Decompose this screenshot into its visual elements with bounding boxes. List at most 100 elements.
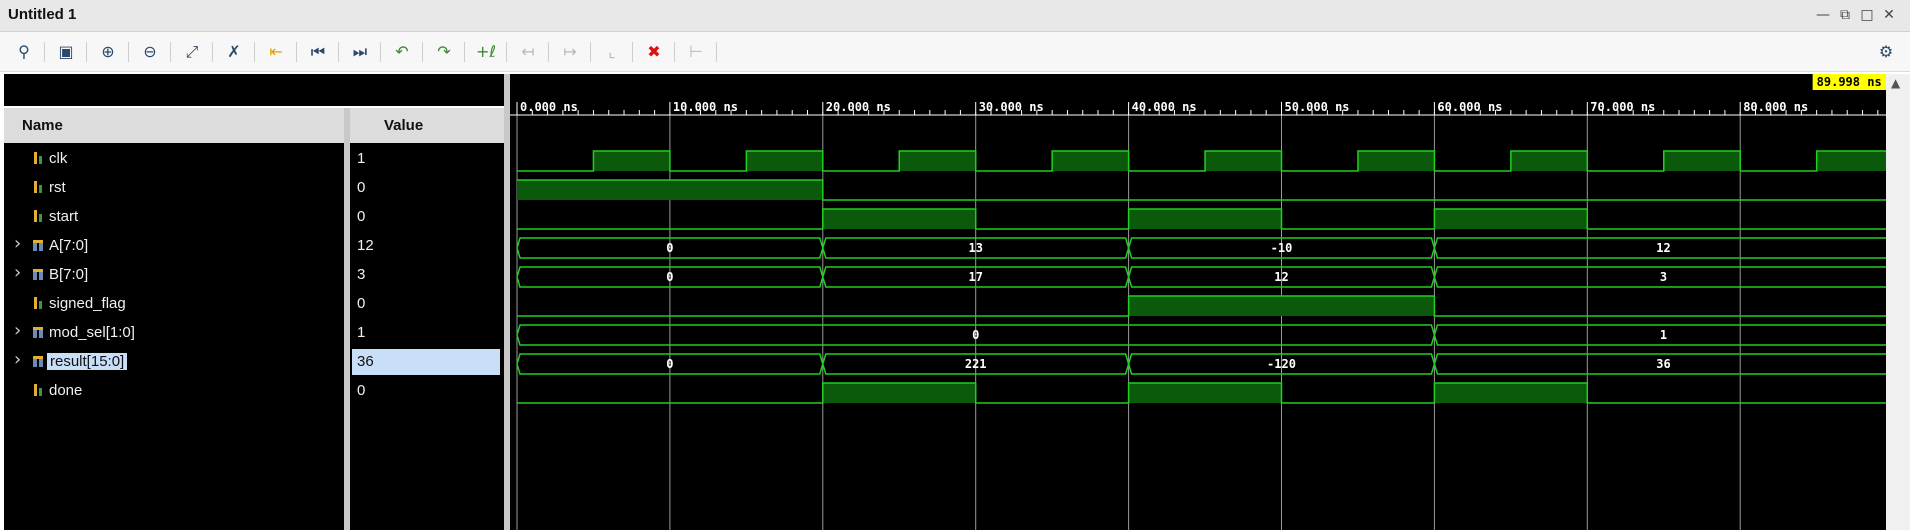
toolbar-separator [506, 42, 507, 62]
signal-row[interactable]: signed_flag [4, 292, 344, 316]
bus-value-label: 17 [968, 270, 982, 284]
signal-value: 0 [357, 179, 366, 196]
name-panel-spacer [4, 74, 504, 106]
bit-high-fill [1052, 151, 1129, 171]
bit-high-fill [1128, 296, 1435, 316]
bit-signal-icon [34, 210, 42, 222]
bus-value-label: 0 [972, 328, 979, 342]
window-title: Untitled 1 [8, 6, 77, 23]
signal-row[interactable]: clk [4, 147, 344, 171]
swap-cursors-icon: ⌞ [608, 42, 616, 61]
bus-value-label: 12 [1656, 241, 1670, 255]
signal-name: B[7:0] [49, 266, 89, 283]
next-transition-icon[interactable]: +ℓ [474, 40, 498, 64]
toolbar-separator [548, 42, 549, 62]
previous-marker-icon: ↤ [521, 42, 535, 61]
bus-signal-icon [33, 240, 43, 251]
name-column-header[interactable]: Name [4, 108, 344, 143]
previous-transition-icon[interactable]: ↷ [432, 40, 456, 64]
go-to-last-icon[interactable]: ⏭ [348, 40, 372, 64]
bit-high-fill [1205, 151, 1282, 171]
bus-value-label: 221 [965, 357, 987, 371]
signal-value: 12 [357, 237, 374, 254]
toolbar-separator [674, 42, 675, 62]
bus-value-label: 1 [1660, 328, 1667, 342]
maximize-icon[interactable]: □ [1858, 6, 1876, 24]
bus-signal-icon [33, 269, 43, 280]
signal-row[interactable]: › A[7:0] [4, 233, 344, 258]
bus-value-label: 0 [666, 241, 673, 255]
toolbar-separator [212, 42, 213, 62]
bit-high-fill [822, 383, 976, 403]
close-icon[interactable]: ✕ [1880, 6, 1898, 24]
bit-high-fill [746, 151, 823, 171]
signal-row[interactable]: rst [4, 176, 344, 200]
time-tick-label: 50.000 ns [1285, 100, 1350, 114]
zoom-to-cursor-icon[interactable]: ✗ [222, 40, 246, 64]
signal-row[interactable]: › B[7:0] [4, 262, 344, 287]
toolbar-separator [464, 42, 465, 62]
save-icon[interactable]: ▣ [54, 40, 78, 64]
time-tick-label: 80.000 ns [1743, 100, 1808, 114]
signal-value: 0 [357, 382, 366, 399]
toolbar-separator [590, 42, 591, 62]
vertical-scrollbar[interactable]: ▲ [1886, 74, 1910, 530]
toolbar-separator [128, 42, 129, 62]
signal-name: mod_sel[1:0] [49, 324, 135, 341]
signal-name: rst [49, 179, 66, 196]
signal-row[interactable]: done [4, 379, 344, 403]
gear-icon[interactable]: ⚙ [1874, 40, 1898, 64]
bit-high-fill [1434, 209, 1588, 229]
signal-value: 1 [357, 150, 366, 167]
minimize-icon[interactable]: — [1814, 6, 1832, 24]
time-tick-label: 0.000 ns [520, 100, 578, 114]
signal-row[interactable]: › mod_sel[1:0] [4, 320, 344, 345]
signal-name: clk [49, 150, 68, 167]
zoom-in-icon[interactable]: ⊕ [96, 40, 120, 64]
bit-signal-icon [34, 152, 42, 164]
bit-high-fill [1663, 151, 1741, 171]
add-marker-icon[interactable]: ↶ [390, 40, 414, 64]
go-to-first-icon[interactable]: ⏮ [306, 40, 330, 64]
bus-value-label: -120 [1267, 357, 1296, 371]
bus-value-label: 12 [1274, 270, 1288, 284]
value-column [350, 143, 504, 530]
bit-high-fill [1434, 383, 1588, 403]
toolbar-separator [716, 42, 717, 62]
cut-icon[interactable]: ✖ [642, 40, 666, 64]
signal-row[interactable]: › result[15:0] [4, 349, 344, 374]
search-icon[interactable]: ⚲ [12, 40, 36, 64]
bit-high-fill [1357, 151, 1435, 171]
restore-icon[interactable]: ⧉ [1836, 6, 1854, 24]
toolbar-separator [338, 42, 339, 62]
signal-value: 0 [357, 208, 366, 225]
close-marker-icon: ⊢ [689, 42, 703, 61]
go-to-time-zero-icon[interactable]: ⇤ [264, 40, 288, 64]
signal-value: 0 [357, 295, 366, 312]
toolbar-separator [380, 42, 381, 62]
bit-high-fill [1128, 209, 1282, 229]
bit-high-fill [1816, 151, 1886, 171]
zoom-fit-icon[interactable]: ⤢ [180, 40, 204, 64]
signal-value: 3 [357, 266, 366, 283]
signal-value: 1 [357, 324, 366, 341]
expand-chevron-icon[interactable]: › [14, 320, 21, 341]
signal-name: result[15:0] [47, 353, 128, 370]
bit-high-fill [1128, 383, 1282, 403]
toolbar-separator [296, 42, 297, 62]
expand-chevron-icon[interactable]: › [14, 262, 21, 283]
scroll-up-icon[interactable]: ▲ [1891, 76, 1900, 90]
expand-chevron-icon[interactable]: › [14, 233, 21, 254]
signal-row[interactable]: start [4, 205, 344, 229]
bus-value-label: 36 [1656, 357, 1670, 371]
bit-signal-icon [34, 297, 42, 309]
zoom-out-icon[interactable]: ⊖ [138, 40, 162, 64]
next-marker-icon: ↦ [563, 42, 577, 61]
value-column-header[interactable]: Value [350, 108, 504, 143]
toolbar-separator [422, 42, 423, 62]
toolbar-separator [632, 42, 633, 62]
expand-chevron-icon[interactable]: › [14, 349, 21, 370]
waveform-canvas[interactable]: 0.000 ns 10.000 ns 20.000 ns 30.000 ns 40.00… [510, 74, 1886, 530]
bus-signal-icon [33, 327, 43, 338]
bus-value-label: 13 [968, 241, 982, 255]
